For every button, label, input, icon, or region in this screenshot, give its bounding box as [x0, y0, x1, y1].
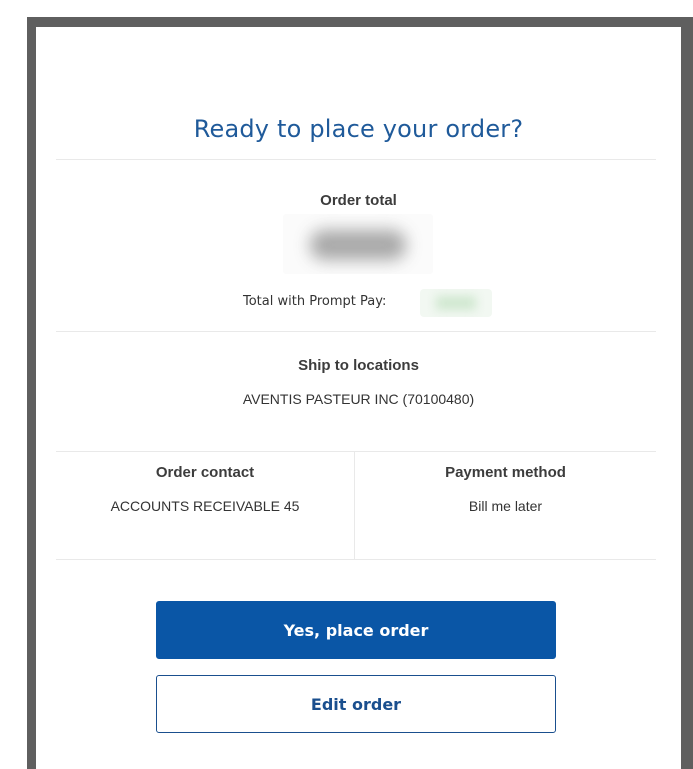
divider — [56, 451, 656, 452]
redacted-blur — [310, 230, 406, 260]
payment-method-label: Payment method — [445, 464, 566, 481]
divider — [56, 331, 656, 332]
place-order-modal: Ready to place your order? Order total T… — [36, 27, 681, 769]
order-contact-label: Order contact — [155, 464, 255, 481]
ship-to-value: AVENTIS PASTEUR INC (70100480) — [242, 391, 475, 407]
payment-method-value: Bill me later — [468, 498, 543, 514]
edit-order-button[interactable]: Edit order — [156, 675, 556, 733]
order-total-label: Order total — [320, 192, 397, 209]
place-order-button[interactable]: Yes, place order — [156, 601, 556, 659]
divider — [56, 559, 656, 560]
prompt-pay-value-redacted — [420, 289, 492, 317]
order-contact-value: ACCOUNTS RECEIVABLE 45 — [110, 498, 300, 514]
prompt-pay-row: Total with Prompt Pay: — [36, 289, 681, 317]
ship-to-label: Ship to locations — [298, 357, 419, 374]
modal-title: Ready to place your order? — [193, 115, 524, 143]
prompt-pay-label: Total with Prompt Pay: — [243, 294, 387, 309]
order-total-value-redacted — [283, 214, 433, 274]
divider — [56, 159, 656, 160]
redacted-blur — [436, 296, 476, 310]
